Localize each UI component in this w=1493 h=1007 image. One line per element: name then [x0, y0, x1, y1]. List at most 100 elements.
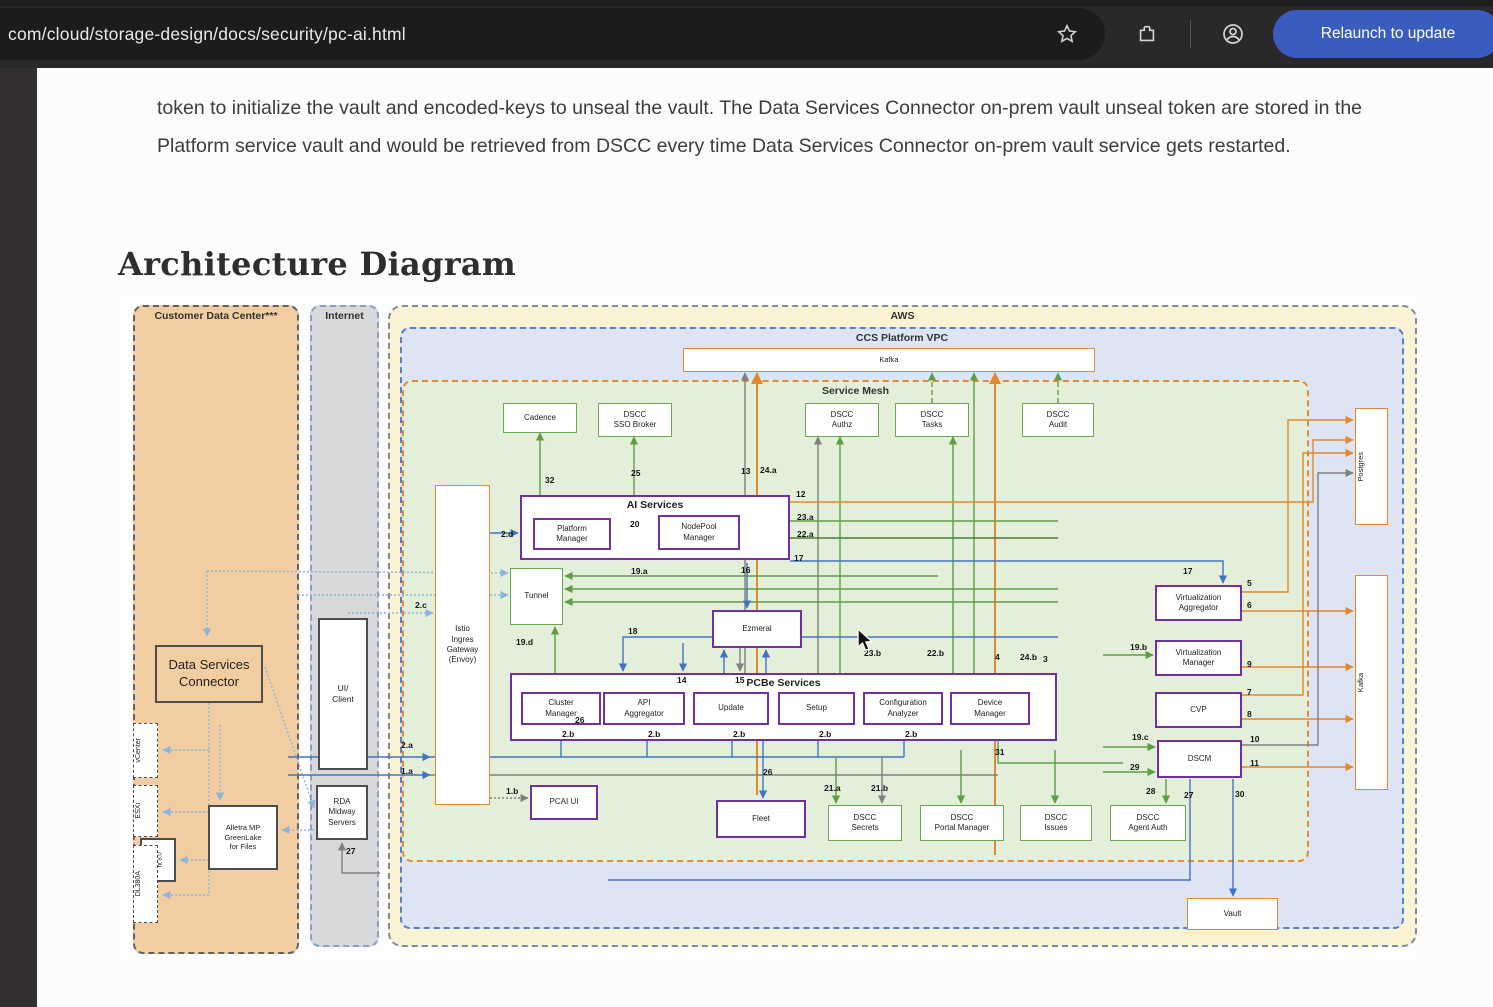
node-rda-midway-servers: RDA Midway Servers — [316, 785, 368, 840]
node-esxi-label: ESXi — [134, 803, 157, 819]
edge-label-26-20: 26 — [575, 715, 584, 725]
edge-label-2.b-22: 2.b — [648, 729, 660, 739]
profile-icon[interactable] — [1217, 18, 1249, 50]
node-postgres-label: Postgres — [1356, 452, 1387, 482]
node-tunnel-label: Tunnel — [511, 591, 562, 601]
edge-label-16-11: 16 — [741, 565, 750, 575]
node-setup-label: Setup — [780, 703, 853, 713]
edge-label-9-39: 9 — [1247, 659, 1252, 669]
edge-label-22.a-8: 22.a — [797, 529, 814, 539]
edge-label-13-2: 13 — [741, 466, 750, 476]
node-cvp-label: CVP — [1157, 705, 1240, 715]
edge-label-4-29: 4 — [995, 652, 1000, 662]
node-dscc-issues: DSCC Issues — [1020, 805, 1092, 841]
edge-label-19.c-42: 19.c — [1132, 732, 1149, 742]
node-kafka-top-label: Kafka — [684, 355, 1094, 365]
mouse-cursor — [856, 628, 880, 659]
node-cluster-manager: Cluster Manager — [521, 692, 601, 725]
edge-label-22.b-28: 22.b — [927, 648, 944, 658]
edge-label-6-37: 6 — [1247, 600, 1252, 610]
node-dscc-sso-broker: DSCC SSO Broker — [598, 403, 672, 437]
node-istio-ingres-gateway-label: Istio Ingres Gateway (Envoy) — [436, 624, 489, 666]
node-esxi: ESXi — [133, 785, 158, 837]
node-dscc-secrets-label: DSCC Secrets — [829, 813, 901, 834]
node-vcenter: vCenter — [133, 723, 158, 778]
node-virtualization-manager: Virtualization Manager — [1155, 640, 1242, 676]
edge-label-12-4: 12 — [796, 489, 805, 499]
edge-label-2.a-15: 2.a — [401, 740, 413, 750]
edge-label-21.a-33: 21.a — [824, 783, 841, 793]
zone-aws-label: AWS — [390, 310, 1415, 322]
node-fleet-label: Fleet — [718, 814, 804, 824]
edge-label-7-40: 7 — [1247, 687, 1252, 697]
node-data-services-connector-label: Data Services Connector — [157, 657, 261, 691]
node-virtualization-aggregator: Virtualization Aggregator — [1155, 585, 1242, 621]
node-update-label: Update — [695, 703, 767, 713]
node-dscc-agent-auth-label: DSCC Agent Auth — [1111, 813, 1185, 834]
address-bar[interactable]: com/cloud/storage-design/docs/security/p… — [0, 8, 1105, 60]
node-kafka-right: Kafka — [1355, 575, 1388, 790]
relaunch-to-update-button[interactable]: Relaunch to update — [1273, 10, 1493, 58]
edge-label-26-26: 26 — [763, 767, 772, 777]
node-virtualization-aggregator-label: Virtualization Aggregator — [1157, 593, 1240, 614]
node-device-manager: Device Manager — [950, 692, 1030, 725]
node-device-manager-label: Device Manager — [952, 698, 1028, 719]
page-title: Architecture Diagram — [118, 245, 516, 283]
node-dscc-tasks: DSCC Tasks — [895, 403, 969, 437]
edge-label-30-48: 30 — [1235, 789, 1244, 799]
node-dscc-sso-broker-label: DSCC SSO Broker — [599, 410, 671, 431]
node-dl380a-label: DL380A — [134, 871, 157, 896]
edge-label-1.b-17: 1.b — [506, 786, 518, 796]
node-dscc-agent-auth: DSCC Agent Auth — [1110, 805, 1186, 841]
node-vault-label: Vault — [1188, 909, 1277, 919]
node-cvp: CVP — [1155, 692, 1242, 728]
node-cluster-manager-label: Cluster Manager — [523, 698, 599, 719]
bookmark-star-icon[interactable] — [1051, 18, 1083, 50]
node-fleet: Fleet — [716, 800, 806, 838]
node-ezmeral-label: Ezmeral — [714, 624, 800, 634]
node-configuration-analyzer: Configuration Analyzer — [863, 692, 943, 725]
node-vcenter-label: vCenter — [134, 738, 157, 763]
edge-label-2.b-25: 2.b — [905, 729, 917, 739]
browser-toolbar: com/cloud/storage-design/docs/security/p… — [0, 0, 1493, 68]
extensions-icon[interactable] — [1131, 18, 1163, 50]
edge-label-14-18: 14 — [677, 675, 686, 685]
edge-label-1.a-16: 1.a — [401, 766, 413, 776]
node-dscc-authz-label: DSCC Authz — [806, 410, 878, 431]
zone-customer-data-center-label: Customer Data Center*** — [135, 310, 297, 322]
node-dl380a: DL380A — [133, 845, 158, 923]
edge-label-3-31: 3 — [1043, 654, 1048, 664]
edge-label-15-19: 15 — [735, 675, 744, 685]
edge-label-10-43: 10 — [1250, 734, 1259, 744]
node-dscc-audit-label: DSCC Audit — [1023, 410, 1093, 431]
node-alletra-mp-greenlake: Alletra MP GreenLake for Files — [208, 805, 278, 870]
edge-label-20-6: 20 — [630, 519, 639, 529]
node-dscc-audit: DSCC Audit — [1022, 403, 1094, 437]
node-pcai-ui-label: PCAI UI — [532, 797, 596, 807]
body-paragraph: token to initialize the vault and encode… — [157, 89, 1433, 166]
node-pcbe-services-label: PCBe Services — [512, 677, 1055, 691]
node-vault: Vault — [1187, 898, 1278, 930]
edge-label-25-1: 25 — [631, 468, 640, 478]
node-dscm: DSCM — [1157, 740, 1242, 778]
edge-label-11-45: 11 — [1250, 758, 1259, 768]
node-configuration-analyzer-label: Configuration Analyzer — [865, 698, 941, 719]
toolbar-top-edge — [0, 0, 1493, 6]
left-dark-panel — [0, 68, 37, 1007]
edge-label-27-49: 27 — [346, 846, 355, 856]
zone-ccs-platform-vpc-label: CCS Platform VPC — [402, 332, 1402, 344]
edge-label-2.b-24: 2.b — [819, 729, 831, 739]
node-postgres: Postgres — [1355, 408, 1388, 525]
edge-label-27-47: 27 — [1184, 790, 1193, 800]
node-cadence-label: Cadence — [504, 413, 576, 423]
edge-label-32-0: 32 — [545, 475, 554, 485]
node-alletra-mp-greenlake-label: Alletra MP GreenLake for Files — [210, 823, 276, 852]
edge-label-8-41: 8 — [1247, 709, 1252, 719]
node-ezmeral: Ezmeral — [712, 610, 802, 648]
node-ui-client-label: UI/ Client — [320, 683, 366, 705]
node-kafka-top: Kafka — [683, 348, 1095, 372]
url-text[interactable]: com/cloud/storage-design/docs/security/p… — [8, 24, 406, 45]
edge-label-24.a-3: 24.a — [760, 465, 777, 475]
node-dscc-portal-manager-label: DSCC Portal Manager — [921, 813, 1003, 834]
edge-label-28-46: 28 — [1146, 786, 1155, 796]
